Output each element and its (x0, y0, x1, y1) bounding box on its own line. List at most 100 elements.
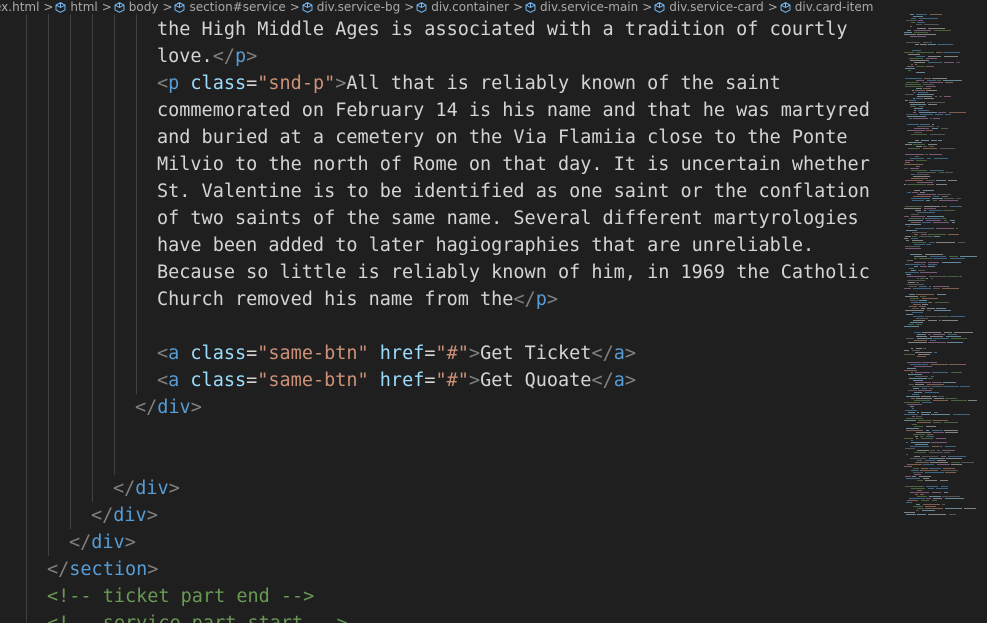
breadcrumb-item[interactable]: div.service-card (654, 0, 764, 14)
indent-guide (136, 14, 137, 394)
minimap-line (917, 460, 922, 461)
minimap-line (944, 220, 947, 221)
minimap-line (920, 436, 923, 437)
code-line[interactable]: </section> (47, 556, 158, 583)
code-line[interactable]: Church removed his name from the</p> (157, 286, 558, 313)
code-token: p (234, 46, 247, 67)
minimap-line (944, 56, 958, 57)
minimap-line (949, 112, 966, 113)
code-token: <!-- ticket part end --> (47, 586, 315, 607)
breadcrumb-item[interactable]: div.service-main (525, 0, 638, 14)
minimap-line (942, 288, 959, 289)
breadcrumb-item[interactable]: body (114, 0, 158, 14)
code-line[interactable]: </div> (91, 502, 158, 529)
breadcrumb-item[interactable]: html (55, 0, 98, 14)
minimap-line (925, 480, 937, 481)
breadcrumb-item[interactable]: ex.html (0, 0, 39, 14)
code-line[interactable]: Because so little is reliably known of h… (157, 259, 870, 286)
cube-icon (55, 1, 66, 13)
code-token: div (157, 397, 191, 418)
minimap-line (917, 94, 934, 95)
minimap-line (949, 364, 966, 365)
code-line[interactable]: commemorated on February 14 is his name … (157, 97, 870, 124)
minimap-line (939, 200, 958, 201)
minimap-line (925, 392, 939, 393)
minimap-line (925, 316, 937, 317)
minimap-line (942, 450, 955, 451)
code-line[interactable]: the High Middle Ages is associated with … (157, 16, 848, 43)
minimap-line (923, 348, 926, 349)
breadcrumb-item[interactable]: div.service-bg (302, 0, 400, 14)
code-line[interactable]: <!-- service part start --> (47, 610, 348, 623)
minimap-line (904, 34, 916, 35)
code-line[interactable]: and buried at a cemetery on the Via Flam… (157, 124, 848, 151)
code-line[interactable]: <p class="snd-p">All that is reliably kn… (157, 70, 781, 97)
minimap-line (906, 42, 920, 43)
code-line[interactable]: </div> (135, 394, 202, 421)
minimap-line (914, 400, 930, 401)
minimap-line (906, 114, 918, 115)
minimap-line (933, 338, 949, 339)
code-token: > (124, 532, 136, 553)
minimap-line (930, 256, 946, 257)
minimap-line (919, 306, 926, 307)
minimap-line (939, 96, 942, 97)
minimap-line (904, 370, 917, 371)
code-line[interactable]: <a class="same-btn" href="#">Get Quoate<… (157, 367, 636, 394)
code-line[interactable]: </div> (113, 475, 180, 502)
code-line[interactable]: <!-- ticket part end --> (47, 583, 314, 610)
minimap-line (917, 212, 935, 213)
breadcrumb-label: div.card-item (794, 0, 874, 14)
minimap-line (925, 472, 944, 473)
minimap-line (914, 132, 922, 133)
minimap-line (927, 102, 945, 103)
code-line[interactable]: love.</p> (157, 43, 257, 70)
minimap-line (932, 78, 947, 79)
minimap-line (917, 22, 925, 23)
minimap-line (910, 36, 926, 37)
minimap-line (937, 450, 940, 451)
minimap-line (919, 18, 938, 19)
minimap-line (920, 494, 924, 495)
minimap-line (912, 424, 917, 425)
breadcrumb-item[interactable]: div.container (416, 0, 509, 14)
minimap-line (944, 422, 958, 423)
minimap-line (906, 502, 912, 503)
minimap-line (942, 320, 958, 321)
minimap[interactable] (900, 14, 987, 623)
code-line[interactable]: </div> (69, 529, 136, 556)
minimap-line (930, 14, 942, 15)
minimap-line (905, 486, 924, 487)
code-editor[interactable]: the High Middle Ages is associated with … (0, 0, 895, 623)
minimap-line (930, 42, 932, 43)
code-token: a (168, 370, 180, 391)
minimap-line (904, 414, 918, 415)
code-line[interactable]: have been added to later hagiographies t… (157, 232, 814, 259)
minimap-line (953, 414, 970, 415)
minimap-line (933, 196, 939, 197)
minimap-line (916, 504, 920, 505)
minimap-line (908, 374, 922, 375)
breadcrumb-item[interactable]: section#service (174, 0, 286, 14)
breadcrumb-label: div.service-bg (316, 0, 401, 14)
code-line[interactable]: <a class="same-btn" href="#">Get Ticket<… (157, 340, 636, 367)
minimap-line (931, 442, 947, 443)
minimap-line (942, 196, 948, 197)
minimap-line (910, 168, 919, 169)
breadcrumb-item[interactable]: div.card-item (780, 0, 874, 14)
code-line[interactable]: St. Valentine is to be identified as one… (157, 178, 870, 205)
code-line[interactable]: Milvio to the north of Rome on that day.… (157, 151, 870, 178)
minimap-line (905, 100, 908, 101)
code-line[interactable]: of two saints of the same name. Several … (157, 205, 859, 232)
breadcrumb-label: div.container (431, 0, 509, 14)
minimap-line (940, 148, 955, 149)
minimap-line (912, 394, 919, 395)
minimap-line (905, 86, 923, 87)
minimap-line (913, 288, 931, 289)
minimap-line (942, 504, 945, 505)
minimap-line (929, 286, 931, 287)
minimap-line (933, 288, 940, 289)
minimap-line (905, 272, 919, 273)
minimap-line (945, 446, 956, 447)
minimap-line (905, 68, 915, 69)
